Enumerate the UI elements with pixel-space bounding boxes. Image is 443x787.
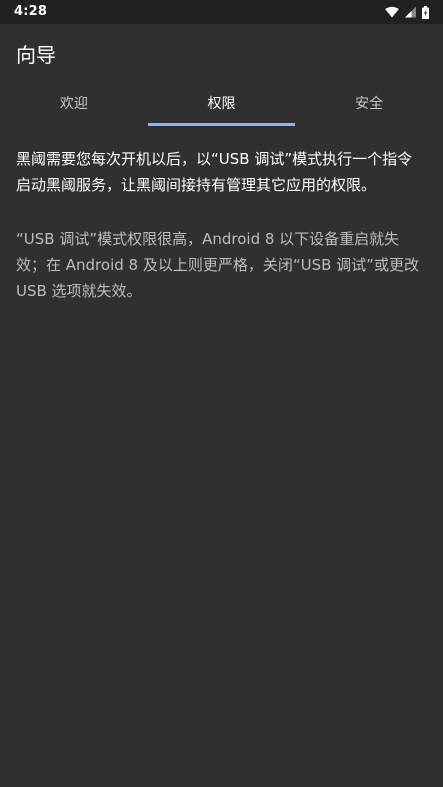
status-icons (385, 5, 429, 19)
status-bar: 4:28 (0, 0, 443, 24)
wifi-icon (385, 6, 399, 18)
tab-security[interactable]: 安全 (295, 80, 443, 126)
status-time: 4:28 (14, 4, 48, 19)
page-title: 向导 (16, 43, 56, 67)
tab-label: 权限 (207, 96, 236, 112)
usb-debug-note: “USB 调试”模式权限很高，Android 8 以下设备重启就失效；在 And… (16, 230, 419, 300)
tab-welcome[interactable]: 欢迎 (0, 80, 148, 126)
tab-indicator (148, 123, 295, 126)
battery-icon (422, 5, 429, 19)
tab-bar: 欢迎 权限 安全 (0, 80, 443, 126)
tab-label: 欢迎 (59, 96, 88, 112)
permissions-content: 黑阈需要您每次开机以后，以“USB 调试”模式执行一个指令启动黑阈服务，让黑阈间… (16, 146, 426, 304)
tab-permissions[interactable]: 权限 (148, 80, 296, 126)
cell-signal-icon (405, 6, 416, 18)
main-description: 黑阈需要您每次开机以后，以“USB 调试”模式执行一个指令启动黑阈服务，让黑阈间… (16, 150, 413, 194)
app-bar: 向导 (0, 24, 443, 80)
tab-label: 安全 (355, 96, 384, 112)
